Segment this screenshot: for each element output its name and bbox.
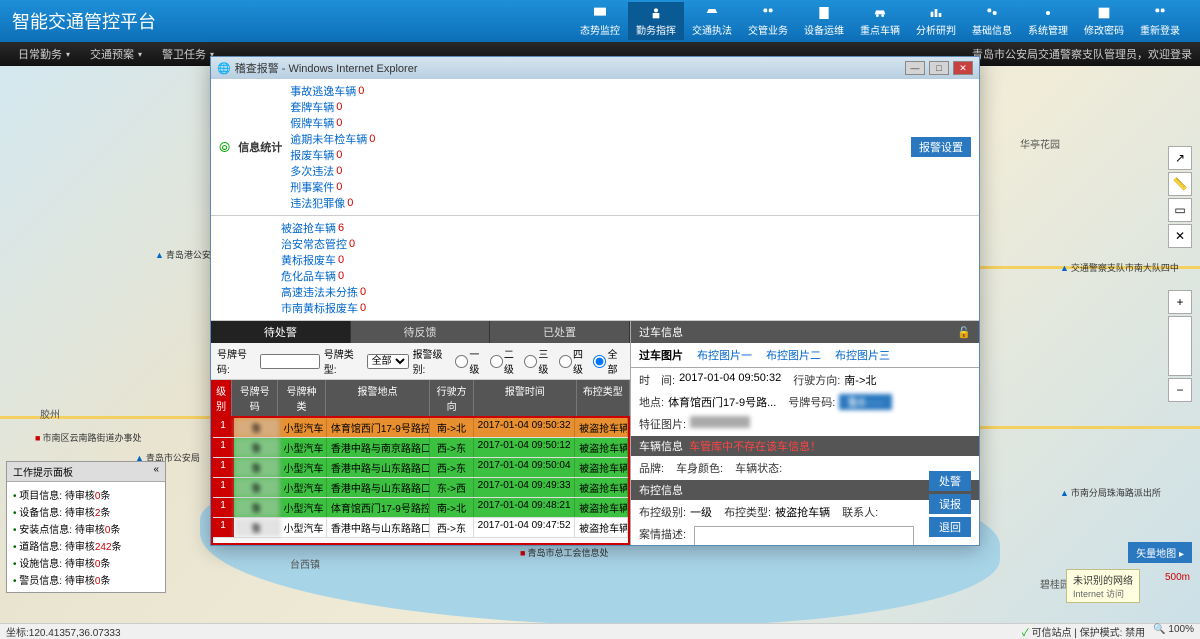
dialog-titlebar[interactable]: 🌐 稽查报警 - Windows Internet Explorer — □ ✕ <box>211 57 979 79</box>
table-row[interactable]: 1鲁小型汽车香港中路与山东路路口西->东2017-01-04 09:50:04被… <box>213 458 628 478</box>
main-nav: 态势监控 勤务指挥 交通执法 交管业务 设备运维 重点车辆 分析研判 基础信息 … <box>572 2 1188 40</box>
work-panel-title: 工作提示面板 <box>13 464 73 479</box>
alert-tabs: 待处警 待反馈 已处置 <box>211 321 630 343</box>
lock-icon[interactable]: 🔓 <box>957 326 971 339</box>
level-radio[interactable] <box>490 355 503 368</box>
trust-status: 可信站点 | 保护模式: 禁用 <box>1022 624 1145 639</box>
welcome-text: 青岛市公安局交通警察支队管理员，欢迎登录 <box>972 46 1192 62</box>
nav-monitor[interactable]: 态势监控 <box>572 2 628 40</box>
close-button[interactable]: ✕ <box>953 61 973 75</box>
map-zoom-out[interactable]: − <box>1168 378 1192 402</box>
stats-row-2: 被盗抢车辆6治安常态管控0黄标报废车0危化品车辆0高速违法未分拣0市南黄标报废车… <box>211 216 979 321</box>
map-type-toggle[interactable]: 矢量地图 ▸ <box>1128 542 1192 563</box>
nav-enforce[interactable]: 交通执法 <box>684 2 740 40</box>
nav-relogin[interactable]: 重新登录 <box>1132 2 1188 40</box>
map-marker[interactable]: 交通警察支队市南大队四中 <box>1060 261 1179 274</box>
table-row[interactable]: 1鲁小型汽车体育馆西门17-9号路控卡口南->北2017-01-04 09:50… <box>213 418 628 438</box>
level-radio[interactable] <box>455 355 468 368</box>
alert-list-pane: 待处警 待反馈 已处置 号牌号码: 号牌类型: 全部 报警级别: 一级二级三级四… <box>211 321 631 545</box>
map-marker[interactable]: 市南区云南路街道办事处 <box>35 431 141 444</box>
map-tools: ↗ 📏 ▭ ✕ + − <box>1168 146 1194 402</box>
return-button[interactable]: 退回 <box>929 517 971 537</box>
detail-pane: 过车信息🔓 过车图片 布控图片一 布控图片二 布控图片三 时 间:2017-01… <box>631 321 979 545</box>
dispatch-button[interactable]: 处警 <box>929 471 971 491</box>
nav-system[interactable]: 系统管理 <box>1020 2 1076 40</box>
nav-dispatch[interactable]: 勤务指挥 <box>628 2 684 40</box>
img-tab-2[interactable]: 布控图片二 <box>766 347 821 363</box>
img-tab-3[interactable]: 布控图片三 <box>835 347 890 363</box>
table-row[interactable]: 1鲁小型汽车香港中路与山东路路口东->西2017-01-04 09:49:33被… <box>213 478 628 498</box>
tab-done[interactable]: 已处置 <box>490 321 630 343</box>
level-radio[interactable] <box>559 355 572 368</box>
filter-row: 号牌号码: 号牌类型: 全部 报警级别: 一级二级三级四级全部 <box>211 343 630 380</box>
image-tabs: 过车图片 布控图片一 布控图片二 布控图片三 <box>631 343 979 368</box>
top-bar: 智能交通管控平台 态势监控 勤务指挥 交通执法 交管业务 设备运维 重点车辆 分… <box>0 0 1200 42</box>
nav-info[interactable]: 基础信息 <box>964 2 1020 40</box>
stats-row-1: ⦾ 信息统计 事故逃逸车辆0套牌车辆0假牌车辆0逾期未年检车辆0报废车辆0多次违… <box>211 79 979 216</box>
table-row[interactable]: 1鲁小型汽车香港中路与山东路路口西->东2017-01-04 09:47:52被… <box>213 518 628 538</box>
map-zoom-slider[interactable] <box>1168 316 1192 376</box>
nav-business[interactable]: 交管业务 <box>740 2 796 40</box>
img-tab-1[interactable]: 布控图片一 <box>697 347 752 363</box>
map-marker[interactable]: 青岛市总工会信息处 <box>520 546 608 559</box>
sub-plan[interactable]: 交通预案 <box>80 46 152 62</box>
map-tool-ruler-icon[interactable]: 📏 <box>1168 172 1192 196</box>
false-alarm-button[interactable]: 误报 <box>929 494 971 514</box>
wifi-icon: ⦾ <box>219 139 230 156</box>
nav-ops[interactable]: 设备运维 <box>796 2 852 40</box>
case-desc-input[interactable] <box>694 526 914 545</box>
action-buttons: 处警 误报 退回 <box>929 471 971 537</box>
alert-config-button[interactable]: 报警设置 <box>911 137 971 157</box>
map-tool-clear-icon[interactable]: ✕ <box>1168 224 1192 248</box>
map-zoom-in[interactable]: + <box>1168 290 1192 314</box>
minimize-button[interactable]: — <box>905 61 925 75</box>
maximize-button[interactable]: □ <box>929 61 949 75</box>
table-row[interactable]: 1鲁小型汽车香港中路与南京路路口西->东2017-01-04 09:50:12被… <box>213 438 628 458</box>
img-tab-0[interactable]: 过车图片 <box>639 347 683 363</box>
sub-daily[interactable]: 日常勤务 <box>8 46 80 62</box>
nav-vehicles[interactable]: 重点车辆 <box>852 2 908 40</box>
grid-body[interactable]: 1鲁小型汽车体育馆西门17-9号路控卡口南->北2017-01-04 09:50… <box>211 416 630 545</box>
nav-analysis[interactable]: 分析研判 <box>908 2 964 40</box>
ie-icon: 🌐 <box>217 62 231 75</box>
plate-input[interactable] <box>260 354 320 369</box>
grid-header: 级别 号牌号码 号牌种类 报警地点 行驶方向 报警时间 布控类型 <box>211 380 630 416</box>
map-tool-area-icon[interactable]: ▭ <box>1168 198 1192 222</box>
work-panel: 工作提示面板« 项目信息: 待审核0条设备信息: 待审核2条安装点信息: 待审核… <box>6 461 166 593</box>
network-tooltip: 未识别的网络Internet 访问 <box>1066 569 1140 603</box>
level-radio[interactable] <box>524 355 537 368</box>
map-marker[interactable]: 市南分局珠海路派出所 <box>1060 486 1161 499</box>
pass-info: 时 间:2017-01-04 09:50:32 行驶方向:南->北 地点:体育馆… <box>631 368 979 436</box>
tab-feedback[interactable]: 待反馈 <box>351 321 491 343</box>
coord-text: 坐标:120.41357,36.07333 <box>6 624 121 639</box>
level-radio[interactable] <box>593 355 606 368</box>
app-title: 智能交通管控平台 <box>12 8 572 34</box>
nav-password[interactable]: 修改密码 <box>1076 2 1132 40</box>
table-row[interactable]: 1鲁小型汽车体育馆西门17-9号路控卡口南->北2017-01-04 09:48… <box>213 498 628 518</box>
work-panel-collapse-icon[interactable]: « <box>153 464 159 479</box>
map-tool-arrow-icon[interactable]: ↗ <box>1168 146 1192 170</box>
tab-pending[interactable]: 待处警 <box>211 321 351 343</box>
type-select[interactable]: 全部 <box>367 354 409 369</box>
status-bar: 坐标:120.41357,36.07333 可信站点 | 保护模式: 禁用 🔍 … <box>0 623 1200 639</box>
alert-dialog: 🌐 稽查报警 - Windows Internet Explorer — □ ✕… <box>210 56 980 546</box>
dialog-title: 稽查报警 - Windows Internet Explorer <box>235 60 418 76</box>
zoom-status[interactable]: 🔍 100% <box>1153 624 1194 639</box>
map-scale: 500m <box>1165 572 1190 583</box>
